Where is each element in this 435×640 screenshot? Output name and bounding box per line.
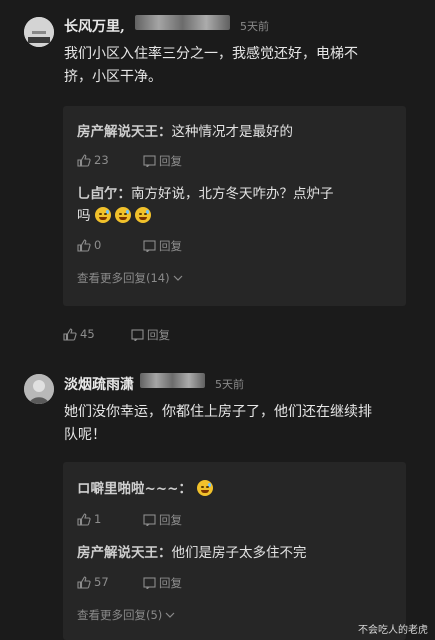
- comment-text: 她们没你幸运，你都住上房子了，他们还在继续排 队呢！: [64, 401, 414, 447]
- timestamp: 5天前: [215, 378, 244, 391]
- reply-author[interactable]: 房产解说天王：: [77, 124, 172, 140]
- like-button[interactable]: 23: [77, 153, 109, 167]
- like-count: 57: [94, 575, 109, 589]
- thumb-up-icon: [77, 238, 91, 252]
- grin-sweat-emoji: [94, 207, 111, 223]
- reply-label: 回复: [159, 239, 182, 253]
- like-count: 45: [80, 327, 95, 341]
- more-replies-label: 查看更多回复(14): [77, 271, 170, 285]
- comment-text-line: 队呢！: [64, 427, 106, 443]
- reply-button[interactable]: 回复: [143, 575, 182, 591]
- reply-button[interactable]: 回复: [143, 238, 182, 254]
- reply-label: 回复: [159, 154, 182, 168]
- thumb-up-icon: [77, 153, 91, 167]
- reply-button[interactable]: 回复: [143, 153, 182, 169]
- like-count: 1: [94, 512, 102, 526]
- comment-icon: [143, 514, 156, 526]
- like-button[interactable]: 45: [63, 327, 95, 341]
- reply-text: 他们是房子太多住不完: [171, 545, 307, 561]
- like-button[interactable]: 57: [77, 575, 109, 589]
- comment-text-line: 挤，小区干净。: [64, 69, 162, 85]
- reply-label: 回复: [159, 576, 182, 590]
- comment-icon: [131, 329, 144, 341]
- comment-icon: [143, 240, 156, 252]
- like-button[interactable]: 0: [77, 238, 101, 252]
- reply-text: 南方好说，北方冬天咋办？点炉子: [131, 186, 334, 202]
- reply-author[interactable]: 房产解说天王：: [77, 545, 172, 561]
- blurred-username: [140, 373, 205, 388]
- avatar[interactable]: [24, 374, 54, 404]
- reply-label: 回复: [147, 328, 170, 342]
- reply-item: 乚卣亇：南方好说，北方冬天咋办？点炉子 吗: [77, 182, 397, 227]
- like-count: 0: [94, 238, 102, 252]
- reply-button[interactable]: 回复: [131, 327, 170, 343]
- laugh-emoji: [197, 480, 214, 496]
- like-button[interactable]: 1: [77, 512, 101, 526]
- comment-text-line: 我们小区入住率三分之一，我感觉还好，电梯不: [64, 46, 358, 62]
- comment-icon: [143, 155, 156, 167]
- view-more-replies[interactable]: 查看更多回复(14): [77, 270, 183, 286]
- avatar[interactable]: [24, 17, 54, 47]
- comment-text: 我们小区入住率三分之一，我感觉还好，电梯不 挤，小区干净。: [64, 43, 414, 89]
- reply-item: 房产解说天王：他们是房子太多住不完: [77, 541, 307, 561]
- like-count: 23: [94, 153, 109, 167]
- thumb-up-icon: [77, 512, 91, 526]
- reply-text: 吗: [77, 208, 91, 224]
- comment-text-line: 她们没你幸运，你都住上房子了，他们还在继续排: [64, 404, 372, 420]
- grin-sweat-emoji: [114, 207, 131, 223]
- reply-label: 回复: [159, 513, 182, 527]
- thumb-up-icon: [77, 575, 91, 589]
- watermark: 不会吃人的老虎: [358, 625, 428, 636]
- comment-icon: [143, 577, 156, 589]
- username[interactable]: 长风万里,: [64, 16, 125, 36]
- reply-item: 房产解说天王：这种情况才是最好的: [77, 120, 293, 140]
- view-more-replies[interactable]: 查看更多回复(5): [77, 607, 175, 623]
- username[interactable]: 淡烟疏雨潇: [64, 374, 134, 394]
- reply-item: ロ噼里啪啦~~~：: [77, 477, 217, 497]
- timestamp: 5天前: [240, 20, 269, 33]
- chevron-down-icon: [173, 274, 183, 282]
- blurred-username: [135, 15, 230, 30]
- thumb-up-icon: [63, 327, 77, 341]
- reply-text: 这种情况才是最好的: [171, 124, 294, 140]
- chevron-down-icon: [165, 611, 175, 619]
- more-replies-label: 查看更多回复(5): [77, 608, 163, 622]
- reply-button[interactable]: 回复: [143, 512, 182, 528]
- reply-author[interactable]: 乚卣亇：: [77, 186, 131, 202]
- grin-sweat-emoji: [134, 207, 151, 223]
- reply-author[interactable]: ロ噼里啪啦~~~：: [77, 481, 192, 497]
